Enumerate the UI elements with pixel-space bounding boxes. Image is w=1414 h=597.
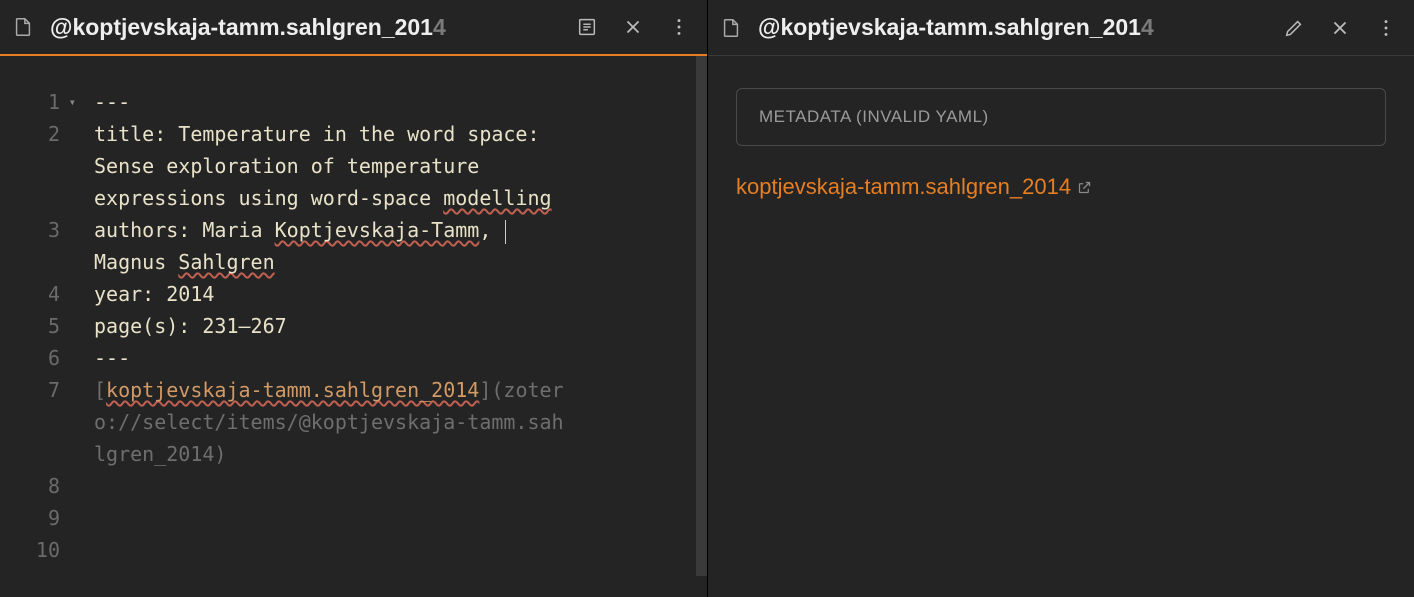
metadata-box[interactable]: METADATA (INVALID YAML) (736, 88, 1386, 146)
line-number: 4 (0, 278, 74, 310)
title-dim: 4 (433, 14, 446, 40)
code-line-wrap: expressions using word-space modelling (94, 182, 691, 214)
external-link-icon (1077, 180, 1092, 195)
line-number: 6 (0, 342, 74, 374)
preview-tab-title[interactable]: @koptjevskaja-tamm.sahlgren_2014 (758, 14, 1264, 41)
code-line-wrap: Magnus Sahlgren (94, 246, 691, 278)
title-main: koptjevskaja-tamm.sahlgren_201 (780, 14, 1141, 40)
gutter-spacer (0, 406, 74, 470)
code-line (94, 502, 691, 534)
editor-tab-actions (567, 7, 699, 47)
code-line-wrap: o://select/items/@koptjevskaja-tamm.sah (94, 406, 691, 438)
title-main: koptjevskaja-tamm.sahlgren_201 (72, 14, 433, 40)
close-icon[interactable] (613, 7, 653, 47)
text-cursor (505, 220, 506, 244)
preview-tab-actions (1274, 8, 1406, 48)
editor-tab-title[interactable]: @koptjevskaja-tamm.sahlgren_2014 (50, 14, 557, 41)
preview-body: METADATA (INVALID YAML) koptjevskaja-tam… (708, 56, 1414, 597)
more-options-icon[interactable] (659, 7, 699, 47)
line-number: 10 (0, 534, 74, 566)
code-line (94, 470, 691, 502)
preview-tab-bar: @koptjevskaja-tamm.sahlgren_2014 (708, 0, 1414, 56)
line-number: 7 (0, 374, 74, 406)
file-icon (720, 17, 742, 39)
line-number: 9 (0, 502, 74, 534)
title-prefix: @ (758, 14, 780, 40)
gutter-spacer (0, 246, 74, 278)
code-line: page(s): 231–267 (94, 310, 691, 342)
preview-link-text: koptjevskaja-tamm.sahlgren_2014 (736, 174, 1071, 200)
code-line-wrap: Sense exploration of temperature (94, 150, 691, 182)
code-line (94, 534, 691, 566)
code-line: --- (94, 86, 691, 118)
line-number-gutter: 1 2 3 4 5 6 7 8 9 10 (0, 56, 74, 597)
scrollbar-thumb[interactable] (696, 56, 707, 576)
code-line: title: Temperature in the word space: (94, 118, 691, 150)
code-line: --- (94, 342, 691, 374)
code-line: [koptjevskaja-tamm.sahlgren_2014](zoter (94, 374, 691, 406)
more-options-icon[interactable] (1366, 8, 1406, 48)
scrollbar[interactable] (696, 56, 707, 597)
preview-pane: @koptjevskaja-tamm.sahlgren_2014 (708, 0, 1414, 597)
code-line: authors: Maria Koptjevskaja-Tamm, (94, 214, 691, 246)
code-line: year: 2014 (94, 278, 691, 310)
metadata-label: METADATA (INVALID YAML) (759, 107, 989, 126)
line-number: 5 (0, 310, 74, 342)
title-dim: 4 (1141, 14, 1154, 40)
editor-pane: @koptjevskaja-tamm.sahlgren_2014 (0, 0, 708, 597)
gutter-spacer (0, 150, 74, 214)
line-number: 1 (0, 86, 74, 118)
title-prefix: @ (50, 14, 72, 40)
line-number: 8 (0, 470, 74, 502)
preview-link[interactable]: koptjevskaja-tamm.sahlgren_2014 (736, 174, 1092, 200)
editor-body[interactable]: 1 2 3 4 5 6 7 8 9 10 ---title: Temperatu… (0, 56, 707, 597)
edit-icon[interactable] (1274, 8, 1314, 48)
line-number: 2 (0, 118, 74, 150)
code-line-wrap: lgren_2014) (94, 438, 691, 470)
close-icon[interactable] (1320, 8, 1360, 48)
reading-mode-icon[interactable] (567, 7, 607, 47)
file-icon (12, 16, 34, 38)
code-content[interactable]: ---title: Temperature in the word space:… (74, 56, 707, 597)
editor-tab-bar: @koptjevskaja-tamm.sahlgren_2014 (0, 0, 707, 56)
line-number: 3 (0, 214, 74, 246)
